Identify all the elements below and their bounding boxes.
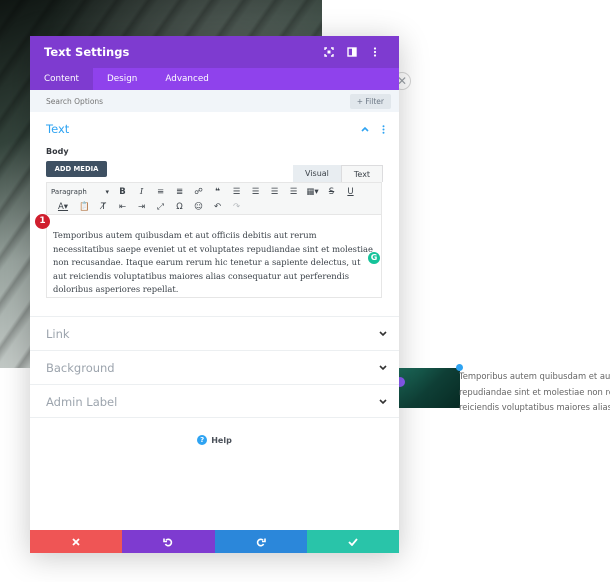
save-button[interactable] (306, 530, 399, 553)
filter-button[interactable]: + Filter (349, 93, 391, 109)
help-icon: ? (197, 435, 208, 445)
chevron-down-icon: ▾ (105, 188, 109, 196)
modal-title: Text Settings (44, 45, 130, 59)
admin-label-section[interactable]: Admin Label (30, 384, 399, 418)
background-paragraph-line: reiciendis voluptatibus maiores alias co… (459, 402, 610, 412)
tab-design[interactable]: Design (93, 68, 151, 90)
link-section-title: Link (46, 327, 70, 341)
grammarly-icon[interactable]: G (368, 252, 380, 264)
align-right-icon[interactable]: ☰ (265, 185, 284, 199)
chevron-down-icon[interactable] (377, 396, 389, 408)
tab-text[interactable]: Text (340, 165, 384, 182)
text-section-header[interactable]: Text (30, 112, 399, 146)
chevron-down-icon[interactable] (377, 362, 389, 374)
rich-text-editor: Paragraph ▾ B I ≡ ≣ ☍ ❝ ☰ ☰ ☰ ☰ ▦▾ S U A▾… (46, 182, 382, 298)
close-icon (72, 537, 80, 546)
body-label: Body (46, 147, 69, 156)
redo-icon[interactable]: ↷ (227, 200, 246, 214)
paste-text-icon[interactable]: 📋 (75, 200, 94, 214)
search-options-input[interactable] (46, 96, 350, 106)
chevron-up-icon[interactable] (359, 123, 371, 135)
modal-footer (30, 530, 399, 553)
align-left-icon[interactable]: ☰ (227, 185, 246, 199)
split-view-icon[interactable] (342, 42, 362, 62)
link-section[interactable]: Link (30, 316, 399, 350)
redo-icon (256, 538, 266, 546)
bold-icon[interactable]: B (113, 185, 132, 199)
text-color-icon[interactable]: A▾ (51, 200, 75, 214)
background-paragraph: Temporibus autem quibusdam et aut offi r… (459, 369, 610, 416)
cancel-button[interactable] (30, 530, 123, 553)
strikethrough-icon[interactable]: S (322, 185, 341, 199)
admin-label-section-title: Admin Label (46, 395, 118, 409)
undo-icon (163, 538, 173, 546)
tab-visual[interactable]: Visual (293, 165, 341, 182)
background-section[interactable]: Background (30, 350, 399, 384)
link-icon[interactable]: ☍ (189, 185, 208, 199)
modal-header: Text Settings (30, 36, 399, 68)
more-options-icon[interactable] (365, 42, 385, 62)
background-paragraph-line: repudiandae sint et molestiae non recusa (459, 386, 610, 397)
italic-icon[interactable]: I (132, 185, 151, 199)
fullscreen-icon[interactable] (319, 42, 339, 62)
emoji-icon[interactable]: ☺ (189, 200, 208, 214)
bullet-list-icon[interactable]: ≡ (151, 185, 170, 199)
background-paragraph-line: Temporibus autem quibusdam et aut offi (459, 371, 610, 381)
undo-button[interactable] (122, 530, 215, 553)
indent-icon[interactable]: ⇥ (132, 200, 151, 214)
undo-icon[interactable]: ↶ (208, 200, 227, 214)
numbered-list-icon[interactable]: ≣ (170, 185, 189, 199)
format-select[interactable]: Paragraph ▾ (51, 188, 113, 196)
help-label: Help (211, 435, 232, 445)
help-link[interactable]: ? Help (30, 435, 399, 445)
justify-icon[interactable]: ☰ (284, 185, 303, 199)
section-options-icon[interactable] (377, 123, 389, 135)
table-icon[interactable]: ▦▾ (303, 185, 322, 199)
search-bar: + Filter (30, 90, 399, 112)
align-center-icon[interactable]: ☰ (246, 185, 265, 199)
fullscreen-editor-icon[interactable]: ⤢ (151, 200, 170, 214)
outdent-icon[interactable]: ⇤ (113, 200, 132, 214)
background-section-title: Background (46, 361, 115, 375)
settings-tabs: Content Design Advanced (30, 68, 399, 90)
special-character-icon[interactable]: Ω (170, 200, 189, 214)
format-select-value: Paragraph (51, 188, 87, 196)
editor-mode-tabs: Visual Text (293, 165, 384, 182)
chevron-down-icon[interactable] (377, 328, 389, 340)
editor-toolbar: Paragraph ▾ B I ≡ ≣ ☍ ❝ ☰ ☰ ☰ ☰ ▦▾ S U A▾… (47, 183, 381, 215)
tab-advanced[interactable]: Advanced (151, 68, 222, 90)
blockquote-icon[interactable]: ❝ (208, 185, 227, 199)
check-icon (348, 537, 358, 546)
editor-content[interactable]: Temporibus autem quibusdam et aut offici… (47, 215, 381, 297)
tab-content[interactable]: Content (30, 68, 93, 90)
clear-format-icon[interactable]: T̸ (94, 200, 113, 214)
redo-button[interactable] (214, 530, 307, 553)
underline-icon[interactable]: U (341, 185, 360, 199)
text-section-title: Text (46, 122, 70, 136)
add-media-button[interactable]: ADD MEDIA (46, 161, 107, 177)
background-thumbnail (398, 368, 460, 408)
